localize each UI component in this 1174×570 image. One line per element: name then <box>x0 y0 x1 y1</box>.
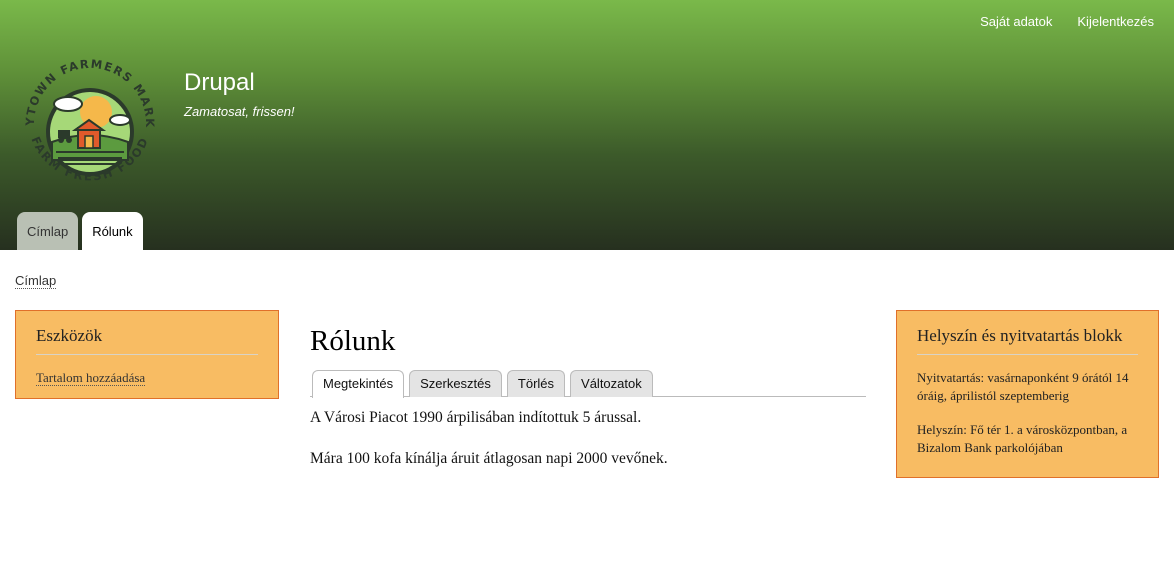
location-text: Helyszín: Fő tér 1. a városközpontban, a… <box>917 422 1128 455</box>
logout-link[interactable]: Kijelentkezés <box>1077 14 1154 29</box>
primary-menu: Címlap Rólunk <box>17 212 143 250</box>
site-logo[interactable]: ANYTOWN FARMERS MARKET FARM FRESH FOOD <box>10 39 164 198</box>
local-tasks: Megtekintés Szerkesztés Törlés Változato… <box>310 370 866 398</box>
body-paragraph: Mára 100 kofa kínálja áruit átlagosan na… <box>310 450 668 467</box>
breadcrumb-home-link[interactable]: Címlap <box>15 273 57 289</box>
add-content-link[interactable]: Tartalom hozzáadása <box>36 370 146 386</box>
tab-edit[interactable]: Szerkesztés <box>409 370 502 397</box>
tab-home[interactable]: Címlap <box>17 212 79 250</box>
site-name[interactable]: Drupal <box>184 69 255 97</box>
breadcrumb: Címlap <box>15 273 57 289</box>
farmers-market-logo-icon: ANYTOWN FARMERS MARKET FARM FRESH FOOD <box>10 39 155 183</box>
opening-hours-text: Nyitvatartás: vasárnaponként 9 órától 14… <box>917 370 1129 403</box>
my-account-link[interactable]: Saját adatok <box>980 14 1052 29</box>
tab-delete[interactable]: Törlés <box>506 370 566 397</box>
tools-block-title: Eszközök <box>36 326 258 355</box>
location-hours-block-title: Helyszín és nyitvatartás blokk <box>917 326 1138 355</box>
secondary-menu: Saját adatok Kijelentkezés <box>980 14 1154 29</box>
site-header: Saját adatok Kijelentkezés ANYTOWN FARME… <box>0 0 1174 250</box>
body-paragraph: A Városi Piacot 1990 árpilisában indítot… <box>310 409 642 426</box>
location-hours-block: Helyszín és nyitvatartás blokk Nyitvatar… <box>896 310 1159 478</box>
tools-block: Eszközök Tartalom hozzáadása <box>15 310 279 399</box>
node-body: A Városi Piacot 1990 árpilisában indítot… <box>310 408 866 469</box>
site-slogan: Zamatosat, frissen! <box>184 104 295 119</box>
page-title: Rólunk <box>310 325 396 357</box>
tab-about-us[interactable]: Rólunk <box>82 212 143 250</box>
main-content: Rólunk Megtekintés Szerkesztés Törlés Vá… <box>310 322 866 490</box>
tab-revisions[interactable]: Változatok <box>570 370 653 397</box>
tab-view[interactable]: Megtekintés <box>312 370 405 398</box>
